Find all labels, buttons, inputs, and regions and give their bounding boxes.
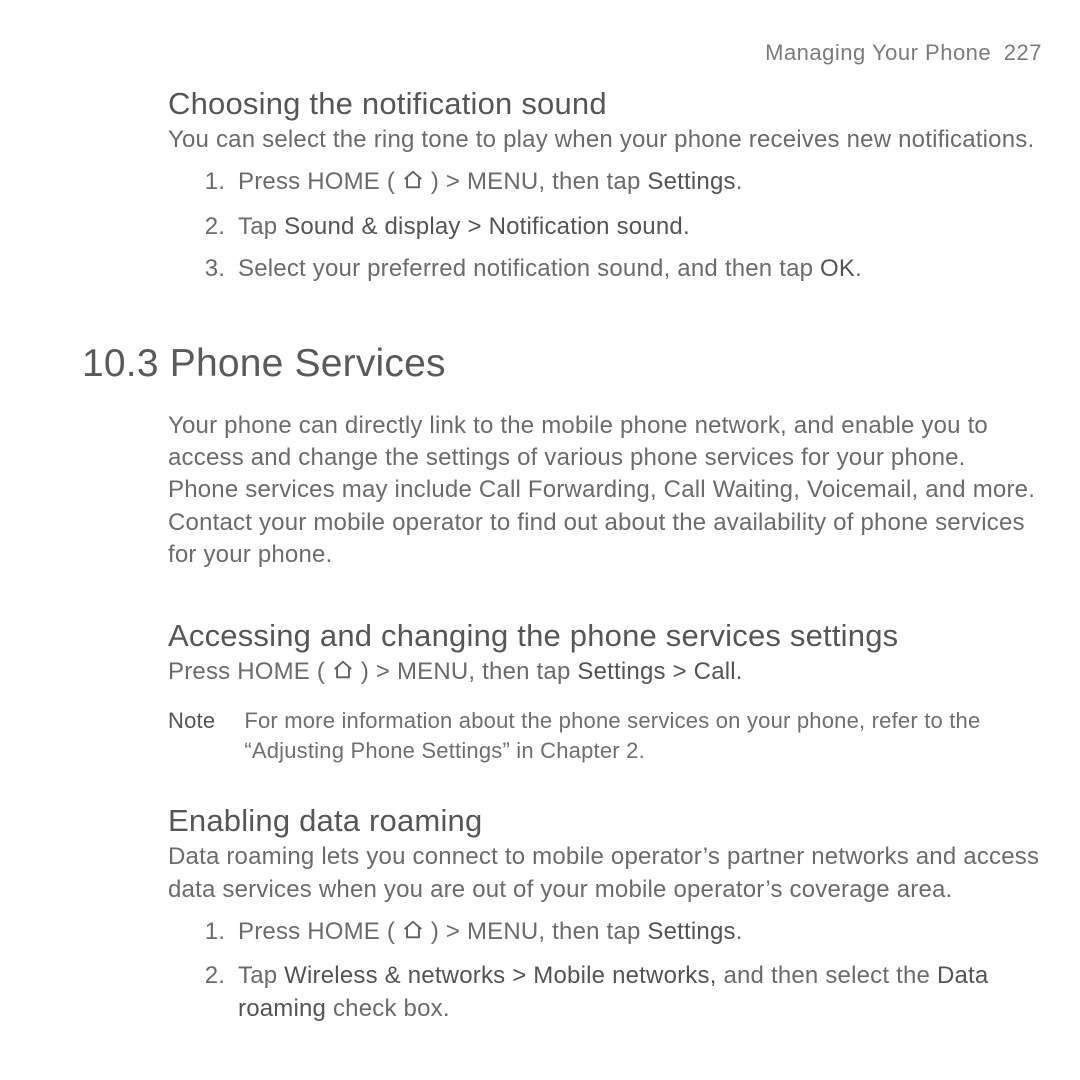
heading-accessing-settings: Accessing and changing the phone service… xyxy=(168,618,1042,654)
step-1: Press HOME ( ) > MENU, then tap Settings… xyxy=(232,166,1042,200)
step-3: Select your preferred notification sound… xyxy=(232,253,1042,285)
heading-phone-services: 10.3 Phone Services xyxy=(82,342,1042,386)
note-label: Note xyxy=(168,706,238,736)
steps-list: Press HOME ( ) > MENU, then tap Settings… xyxy=(192,916,1042,1025)
step-2: Tap Sound & display > Notification sound… xyxy=(232,211,1042,243)
note: Note For more information about the phon… xyxy=(168,706,1042,765)
heading-enabling-roaming: Enabling data roaming xyxy=(168,803,1042,839)
home-icon xyxy=(402,918,424,950)
heading-choose-notification-sound: Choosing the notification sound xyxy=(168,86,1042,122)
paragraph: You can select the ring tone to play whe… xyxy=(168,124,1042,156)
running-section: Managing Your Phone xyxy=(765,40,991,65)
page-number: 227 xyxy=(1004,40,1042,65)
paragraph: Your phone can directly link to the mobi… xyxy=(168,410,1042,572)
running-header: Managing Your Phone 227 xyxy=(82,40,1042,66)
paragraph: Data roaming lets you connect to mobile … xyxy=(168,841,1042,906)
paragraph: Press HOME ( ) > MENU, then tap Settings… xyxy=(168,656,1042,690)
steps-list: Press HOME ( ) > MENU, then tap Settings… xyxy=(192,166,1042,285)
home-icon xyxy=(332,658,354,690)
page: Managing Your Phone 227 Choosing the not… xyxy=(0,0,1080,1080)
note-text: For more information about the phone ser… xyxy=(244,706,1038,765)
home-icon xyxy=(402,168,424,200)
step-1: Press HOME ( ) > MENU, then tap Settings… xyxy=(232,916,1042,950)
step-2: Tap Wireless & networks > Mobile network… xyxy=(232,960,1042,1025)
